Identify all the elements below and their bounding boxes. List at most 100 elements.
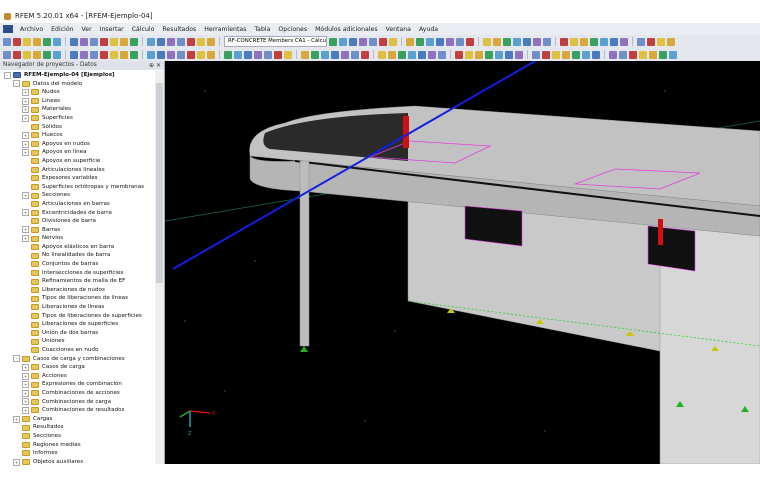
toolbar-button-icon[interactable] bbox=[254, 50, 262, 59]
tree-item[interactable]: Articulaciones en barras bbox=[0, 200, 153, 209]
menu-item[interactable]: Módulos adicionales bbox=[315, 26, 377, 33]
toolbar-button-icon[interactable] bbox=[130, 50, 138, 59]
tree-item[interactable]: Tipos de liberaciones de líneas bbox=[0, 294, 153, 303]
toolbar-button-icon[interactable] bbox=[321, 50, 329, 59]
toolbar-button-icon[interactable] bbox=[100, 50, 108, 59]
menu-item[interactable]: Opciones bbox=[278, 26, 307, 33]
toolbar-button-icon[interactable] bbox=[311, 50, 319, 59]
toolbar-button-icon[interactable] bbox=[120, 50, 128, 59]
toolbar-button-icon[interactable] bbox=[90, 37, 98, 46]
toolbar-button-icon[interactable] bbox=[388, 50, 396, 59]
toolbar-button-icon[interactable] bbox=[560, 37, 568, 46]
tree-item[interactable]: + Materiales bbox=[0, 105, 153, 114]
expand-icon[interactable]: + bbox=[22, 235, 29, 243]
toolbar-button-icon[interactable] bbox=[331, 50, 339, 59]
expand-icon[interactable]: + bbox=[22, 114, 29, 122]
toolbar-button-icon[interactable] bbox=[647, 37, 655, 46]
tree-item[interactable]: Refinamientos de malla de EF bbox=[0, 277, 153, 286]
toolbar-button-icon[interactable] bbox=[274, 50, 282, 59]
tree-item[interactable]: + Huecos bbox=[0, 131, 153, 140]
tree-item[interactable]: Resultados bbox=[0, 423, 153, 432]
toolbar-button-icon[interactable] bbox=[264, 50, 272, 59]
toolbar-button-icon[interactable] bbox=[53, 37, 61, 46]
tree-item[interactable]: Unión de dos barras bbox=[0, 329, 153, 338]
toolbar-button-icon[interactable] bbox=[187, 50, 195, 59]
expand-icon[interactable]: + bbox=[22, 406, 29, 414]
toolbar-button-icon[interactable] bbox=[426, 37, 434, 46]
toolbar-button-icon[interactable] bbox=[13, 50, 21, 59]
toolbar-button-icon[interactable] bbox=[438, 50, 446, 59]
expand-icon[interactable]: + bbox=[22, 88, 29, 96]
tree-item[interactable]: Liberaciones de nudos bbox=[0, 286, 153, 295]
expand-icon[interactable]: + bbox=[13, 458, 20, 466]
toolbar-button-icon[interactable] bbox=[418, 50, 426, 59]
mdi-window-icon[interactable] bbox=[3, 25, 13, 33]
toolbar-button-icon[interactable] bbox=[543, 37, 551, 46]
collapse-icon[interactable]: - bbox=[4, 71, 11, 79]
toolbar-button-icon[interactable] bbox=[167, 50, 175, 59]
tree-item[interactable]: + Excentricidades de barra bbox=[0, 209, 153, 218]
tree-item[interactable]: + Combinaciones de carga bbox=[0, 398, 153, 407]
tree-item[interactable]: + Combinaciones de acciones bbox=[0, 389, 153, 398]
tree-item[interactable]: + Barras bbox=[0, 226, 153, 235]
toolbar-button-icon[interactable] bbox=[378, 50, 386, 59]
toolbar-button-icon[interactable] bbox=[80, 37, 88, 46]
menu-item[interactable]: Cálculo bbox=[132, 26, 155, 33]
toolbar-button-icon[interactable] bbox=[110, 37, 118, 46]
menu-item[interactable]: Archivo bbox=[20, 26, 43, 33]
toolbar-button-icon[interactable] bbox=[580, 37, 588, 46]
toolbar-button-icon[interactable] bbox=[562, 50, 570, 59]
toolbar-button-icon[interactable] bbox=[505, 50, 513, 59]
tree-item[interactable]: Conjuntos de barras bbox=[0, 260, 153, 269]
menu-item[interactable]: Ventana bbox=[386, 26, 411, 33]
toolbar-button-icon[interactable] bbox=[70, 50, 78, 59]
tree-item[interactable]: + Secciones bbox=[0, 191, 153, 200]
toolbar-button-icon[interactable] bbox=[3, 37, 11, 46]
toolbar-button-icon[interactable] bbox=[629, 50, 637, 59]
toolbar-button-icon[interactable] bbox=[120, 37, 128, 46]
close-button[interactable]: ✕ bbox=[156, 62, 161, 69]
tree-item[interactable]: Apoyos elásticos en barra bbox=[0, 243, 153, 252]
tree-item[interactable]: + Cargas bbox=[0, 415, 153, 424]
tree-item[interactable]: Divisiones de barra bbox=[0, 217, 153, 226]
expand-icon[interactable]: + bbox=[22, 192, 29, 200]
toolbar-button-icon[interactable] bbox=[466, 37, 474, 46]
menu-item[interactable]: Ayuda bbox=[419, 26, 438, 33]
toolbar-button-icon[interactable] bbox=[465, 50, 473, 59]
toolbar-button-icon[interactable] bbox=[177, 50, 185, 59]
toolbar-button-icon[interactable] bbox=[177, 37, 185, 46]
toolbar-button-icon[interactable] bbox=[657, 37, 665, 46]
toolbar-button-icon[interactable] bbox=[513, 37, 521, 46]
toolbar-button-icon[interactable] bbox=[523, 37, 531, 46]
toolbar-button-icon[interactable] bbox=[3, 50, 11, 59]
toolbar-button-icon[interactable] bbox=[23, 50, 31, 59]
tree-item[interactable]: Liberaciones de superficies bbox=[0, 320, 153, 329]
toolbar-button-icon[interactable] bbox=[416, 37, 424, 46]
toolbar-button-icon[interactable] bbox=[609, 50, 617, 59]
toolbar-button-icon[interactable] bbox=[197, 50, 205, 59]
navigator-scrollbar[interactable] bbox=[155, 71, 164, 464]
toolbar-button-icon[interactable] bbox=[533, 37, 541, 46]
menu-item[interactable]: Insertar bbox=[100, 26, 124, 33]
toolbar-button-icon[interactable] bbox=[43, 50, 51, 59]
tree-item[interactable]: - RFEM-Ejemplo-04 [Ejemplos] bbox=[0, 71, 153, 80]
toolbar-button-icon[interactable] bbox=[669, 50, 677, 59]
tree-item[interactable]: Informes bbox=[0, 449, 153, 458]
toolbar-button-icon[interactable] bbox=[359, 37, 367, 46]
tree-item[interactable]: Liberaciones de líneas bbox=[0, 303, 153, 312]
expand-icon[interactable]: + bbox=[22, 372, 29, 380]
tree-item[interactable]: Uniones bbox=[0, 337, 153, 346]
tree-item[interactable]: Apoyos en superficie bbox=[0, 157, 153, 166]
toolbar-button-icon[interactable] bbox=[620, 37, 628, 46]
tree-item[interactable]: + Combinaciones de resultados bbox=[0, 406, 153, 415]
toolbar-button-icon[interactable] bbox=[110, 50, 118, 59]
toolbar-button-icon[interactable] bbox=[446, 37, 454, 46]
toolbar-button-icon[interactable] bbox=[33, 37, 41, 46]
toolbar-button-icon[interactable] bbox=[592, 50, 600, 59]
toolbar-button-icon[interactable] bbox=[147, 50, 155, 59]
load-case-combo[interactable]: RF-CONCRETE Members CA1 - Cálculo bbox=[224, 36, 327, 47]
toolbar-button-icon[interactable] bbox=[436, 37, 444, 46]
tree-item[interactable]: Articulaciones lineales bbox=[0, 166, 153, 175]
toolbar-button-icon[interactable] bbox=[100, 37, 108, 46]
expand-icon[interactable]: + bbox=[13, 415, 20, 423]
